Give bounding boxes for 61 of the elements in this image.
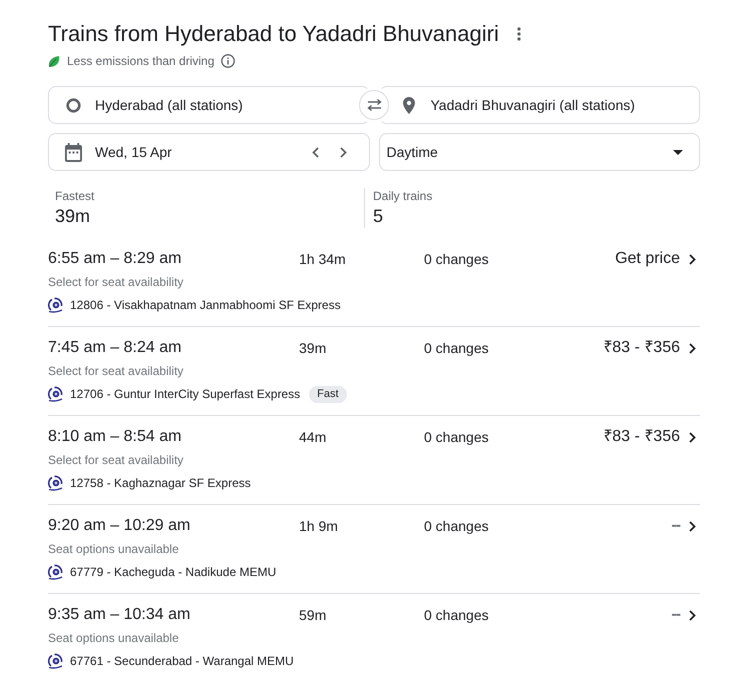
dropdown-caret-icon	[673, 150, 683, 154]
trip-times: 9:35 am – 10:34 am	[48, 605, 190, 625]
seat-availability: Select for seat availability	[48, 274, 184, 290]
train-name: 67779 - Kacheguda - Nadikude MEMU	[70, 564, 276, 580]
trip-duration: 1h 34m	[299, 250, 346, 269]
stat-value: 39m	[55, 205, 90, 228]
trip-changes: 0 changes	[424, 428, 489, 447]
trip-duration: 1h 9m	[299, 517, 338, 536]
railway-emblem-icon	[48, 653, 63, 669]
trip-price: ₹83 - ₹356	[603, 338, 680, 358]
train-name: 12706 - Guntur InterCity Superfast Express	[70, 386, 300, 402]
seat-availability: Seat options unavailable	[48, 630, 179, 646]
chevron-right-icon[interactable]	[688, 520, 696, 532]
speed-badge: Fast	[309, 386, 347, 402]
trip-duration: 59m	[299, 606, 326, 625]
stat-label: Daily trains	[373, 188, 432, 204]
next-day-icon[interactable]	[340, 146, 346, 158]
seat-availability: Select for seat availability	[48, 363, 184, 379]
railway-emblem-icon	[48, 297, 63, 313]
swap-button[interactable]	[359, 90, 389, 120]
time-of-day-dropdown[interactable]: Daytime	[378, 133, 700, 171]
seat-availability: Select for seat availability	[48, 452, 184, 468]
more-vertical-icon[interactable]	[516, 27, 521, 41]
stat-label: Fastest	[55, 188, 94, 204]
trip-changes: 0 changes	[424, 517, 489, 536]
stat-value: 5	[373, 205, 384, 228]
train-name: 12758 - Kaghaznagar SF Express	[70, 475, 251, 491]
railway-emblem-icon	[48, 564, 63, 580]
chevron-right-icon[interactable]	[688, 432, 696, 442]
trip-times: 8:10 am – 8:54 am	[48, 427, 182, 447]
trip-times: 7:45 am – 8:24 am	[48, 338, 182, 358]
railway-emblem-icon	[48, 475, 63, 491]
railway-emblem-icon	[48, 386, 63, 402]
leaf-icon	[48, 54, 60, 68]
chevron-right-icon[interactable]	[688, 254, 696, 264]
trip-times: 6:55 am – 8:29 am	[48, 249, 182, 269]
trip-price: ₹83 - ₹356	[603, 427, 680, 447]
previous-day-icon[interactable]	[312, 146, 318, 158]
chevron-right-icon[interactable]	[688, 342, 696, 354]
trip-changes: 0 changes	[424, 250, 489, 269]
info-icon[interactable]	[221, 54, 236, 68]
trip-price: --	[671, 605, 680, 625]
trip-changes: 0 changes	[424, 339, 489, 358]
trip-duration: 44m	[299, 428, 326, 447]
location-pin-icon	[402, 96, 414, 114]
train-name: 67761 - Secunderabad - Warangal MEMU	[70, 653, 294, 669]
trip-times: 9:20 am – 10:29 am	[48, 516, 190, 536]
trip-changes: 0 changes	[424, 606, 489, 625]
ring-icon	[66, 98, 80, 112]
swap-arrows-icon	[366, 99, 382, 111]
trip-price: Get price	[615, 249, 680, 269]
page-title: Trains from Hyderabad to Yadadri Bhuvanagiri	[48, 20, 499, 48]
calendar-icon	[64, 142, 82, 162]
emissions-note: Less emissions than driving	[67, 53, 214, 69]
trip-price: --	[671, 516, 680, 536]
chevron-right-icon[interactable]	[688, 610, 696, 620]
origin-field[interactable]: Hyderabad (all stations)	[48, 86, 370, 124]
train-name: 12806 - Visakhapatnam Janmabhoomi SF Express	[70, 297, 341, 313]
trip-duration: 39m	[299, 339, 326, 358]
seat-availability: Seat options unavailable	[48, 541, 179, 557]
date-field[interactable]: Wed, 15 Apr	[48, 133, 370, 171]
